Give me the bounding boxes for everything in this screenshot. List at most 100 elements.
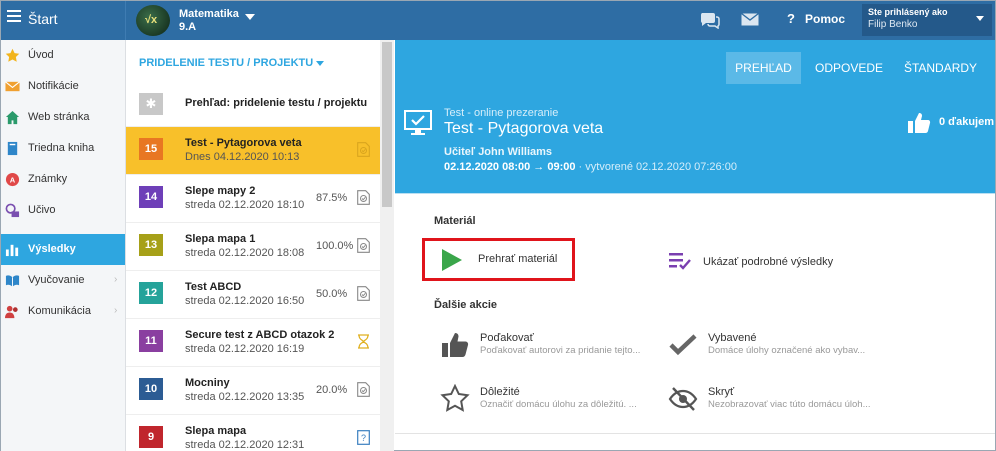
assignment-header: Test - online prezeranie Test - Pytagoro… — [395, 94, 995, 194]
item-score: 87.5% — [316, 192, 348, 204]
assignment-title: Test - Pytagorova veta — [444, 120, 604, 137]
item-title: Slepe mapy 2 — [185, 185, 256, 197]
item-number-badge: 13 — [139, 234, 163, 256]
sidebar-item-uvod[interactable]: Úvod — [1, 40, 125, 71]
tab-bar: PREHĽAD ODPOVEDE ŠTANDARDY — [395, 40, 995, 94]
overview-row[interactable]: ✱ Prehľad: pridelenie testu / projektu — [126, 79, 380, 127]
user-name: Filip Benko — [868, 19, 918, 30]
tab-prehlad[interactable]: PREHĽAD — [726, 52, 801, 84]
sidebar-item-notifikacie[interactable]: Notifikácie — [1, 71, 125, 102]
thumbs-up-icon[interactable] — [907, 112, 931, 134]
svg-text:?: ? — [361, 433, 366, 443]
sidebar-item-triedna-kniha[interactable]: Triedna kniha — [1, 133, 125, 164]
hide-desc: Nezobrazovať viac túto domácu úloh... — [708, 399, 871, 410]
chevron-down-icon[interactable] — [245, 14, 255, 20]
list-item[interactable]: 10 Mocniny streda 02.12.2020 13:35 20.0% — [126, 367, 380, 415]
help-icon[interactable]: ? — [787, 11, 795, 26]
tab-standardy[interactable]: ŠTANDARDY — [898, 52, 983, 84]
thumbs-up-icon — [442, 333, 469, 357]
sidebar-item-label: Výsledky — [28, 243, 76, 255]
list-heading[interactable]: PRIDELENIE TESTU / PROJEKTU — [139, 57, 313, 69]
chevron-right-icon: › — [114, 274, 118, 285]
user-menu[interactable]: Ste prihlásený ako Filip Benko — [862, 4, 992, 36]
scrollbar[interactable] — [380, 40, 394, 451]
svg-text:A: A — [10, 175, 16, 184]
item-date: streda 02.12.2020 16:50 — [185, 295, 305, 307]
item-number-badge: 9 — [139, 426, 163, 448]
logged-in-label: Ste prihlásený ako — [868, 7, 948, 17]
date-range: 02.12.2020 08:00 → 09:00 — [444, 161, 576, 173]
sidebar-item-label: Triedna kniha — [28, 142, 95, 154]
list-item[interactable]: 12 Test ABCD streda 02.12.2020 16:50 50.0% — [126, 271, 380, 319]
chevron-right-icon: › — [114, 305, 118, 316]
start-link[interactable]: Štart — [28, 11, 58, 27]
mark-important-action[interactable]: Dôležité Označiť domácu úlohu za dôležit… — [440, 384, 650, 416]
sidebar-item-komunikacia[interactable]: Komunikácia › — [1, 296, 125, 327]
grade-icon: A — [5, 172, 20, 187]
actions-area: Materiál Prehrať materiál Ukázať podrobn… — [395, 195, 995, 435]
envelope-icon — [5, 81, 20, 92]
play-material-label: Prehrať materiál — [478, 253, 558, 265]
check-doc-icon — [357, 286, 370, 301]
chat-icon[interactable] — [700, 11, 720, 29]
assignment-type: Test - online prezeranie — [444, 107, 559, 119]
class-name: 9.A — [179, 21, 197, 33]
check-doc-icon — [357, 382, 370, 397]
mark-done-title: Vybavené — [708, 332, 757, 344]
item-number-badge: 12 — [139, 282, 163, 304]
hide-action[interactable]: Skryť Nezobrazovať viac túto domácu úloh… — [668, 384, 878, 416]
sidebar-item-label: Učivo — [28, 204, 56, 216]
chevron-down-icon[interactable] — [316, 61, 324, 66]
play-material-button[interactable]: Prehrať materiál — [422, 238, 575, 281]
mark-done-action[interactable]: Vybavené Domáce úlohy označené ako vybav… — [668, 330, 878, 362]
scrollbar-thumb[interactable] — [382, 42, 392, 207]
help-button[interactable]: Pomoc — [805, 12, 845, 26]
sidebar-item-label: Komunikácia — [28, 305, 91, 317]
thank-author-title: Poďakovať — [480, 332, 534, 344]
list-item[interactable]: 13 Slepa mapa 1 streda 02.12.2020 18:08 100… — [126, 223, 380, 271]
check-doc-icon — [357, 190, 370, 205]
item-number-badge: 15 — [139, 138, 163, 160]
item-date: streda 02.12.2020 13:35 — [185, 391, 305, 403]
teacher-name: Učiteľ John Williams — [444, 146, 553, 158]
hide-title: Skryť — [708, 386, 735, 398]
thank-author-desc: Poďakovať autorovi za pridanie tejto... — [480, 345, 641, 356]
created-date: · vytvorené 02.12.2020 07:26:00 — [575, 161, 737, 173]
subject-avatar[interactable]: √x — [136, 5, 170, 36]
item-date: streda 02.12.2020 18:08 — [185, 247, 305, 259]
mark-important-desc: Označiť domácu úlohu za dôležitú. ... — [480, 399, 637, 410]
sidebar-item-vyucovanie[interactable]: Vyučovanie › — [1, 265, 125, 296]
list-item[interactable]: 14 Slepe mapy 2 streda 02.12.2020 18:10 87.… — [126, 175, 380, 223]
mail-icon[interactable] — [741, 13, 759, 26]
thanks-count: 0 ďakujem — [939, 116, 994, 128]
sidebar-item-web-stranka[interactable]: Web stránka — [1, 102, 125, 133]
check-doc-icon — [357, 238, 370, 253]
tab-odpovede[interactable]: ODPOVEDE — [809, 52, 889, 84]
sidebar-item-label: Notifikácie — [28, 80, 79, 92]
list-item[interactable]: 9 Slepa mapa streda 02.12.2020 12:31? — [126, 415, 380, 451]
item-number-badge: 10 — [139, 378, 163, 400]
sidebar-item-label: Web stránka — [28, 111, 90, 123]
item-score: 50.0% — [316, 288, 348, 300]
subject-selector[interactable]: Matematika 9.A — [179, 8, 239, 34]
sidebar-item-vysledky[interactable]: Výsledky — [1, 234, 125, 265]
home-icon — [5, 110, 20, 125]
item-number-badge: 11 — [139, 330, 163, 352]
item-title: Slepa mapa — [185, 425, 247, 437]
hourglass-icon — [358, 334, 369, 349]
play-icon — [442, 249, 462, 271]
chevron-down-icon — [976, 16, 984, 21]
detailed-results-button[interactable]: Ukázať podrobné výsledky — [668, 250, 868, 270]
list-item[interactable]: 11 Secure test z ABCD otazok 2 streda 02.1… — [126, 319, 380, 367]
list-item[interactable]: 15 Test - Pytagorova veta Dnes 04.12.2020 … — [126, 127, 380, 175]
item-title: Mocniny — [185, 377, 230, 389]
item-date: Dnes 04.12.2020 10:13 — [185, 151, 300, 163]
thank-author-action[interactable]: Poďakovať Poďakovať autorovi za pridanie… — [440, 330, 650, 362]
lesson-icon — [5, 203, 20, 218]
material-heading: Materiál — [434, 215, 476, 227]
item-score: 20.0% — [316, 384, 348, 396]
sidebar-item-ucivo[interactable]: Učivo — [1, 195, 125, 226]
menu-icon[interactable] — [7, 10, 21, 25]
sidebar-item-znamky[interactable]: A Známky — [1, 164, 125, 195]
divider — [125, 1, 126, 40]
